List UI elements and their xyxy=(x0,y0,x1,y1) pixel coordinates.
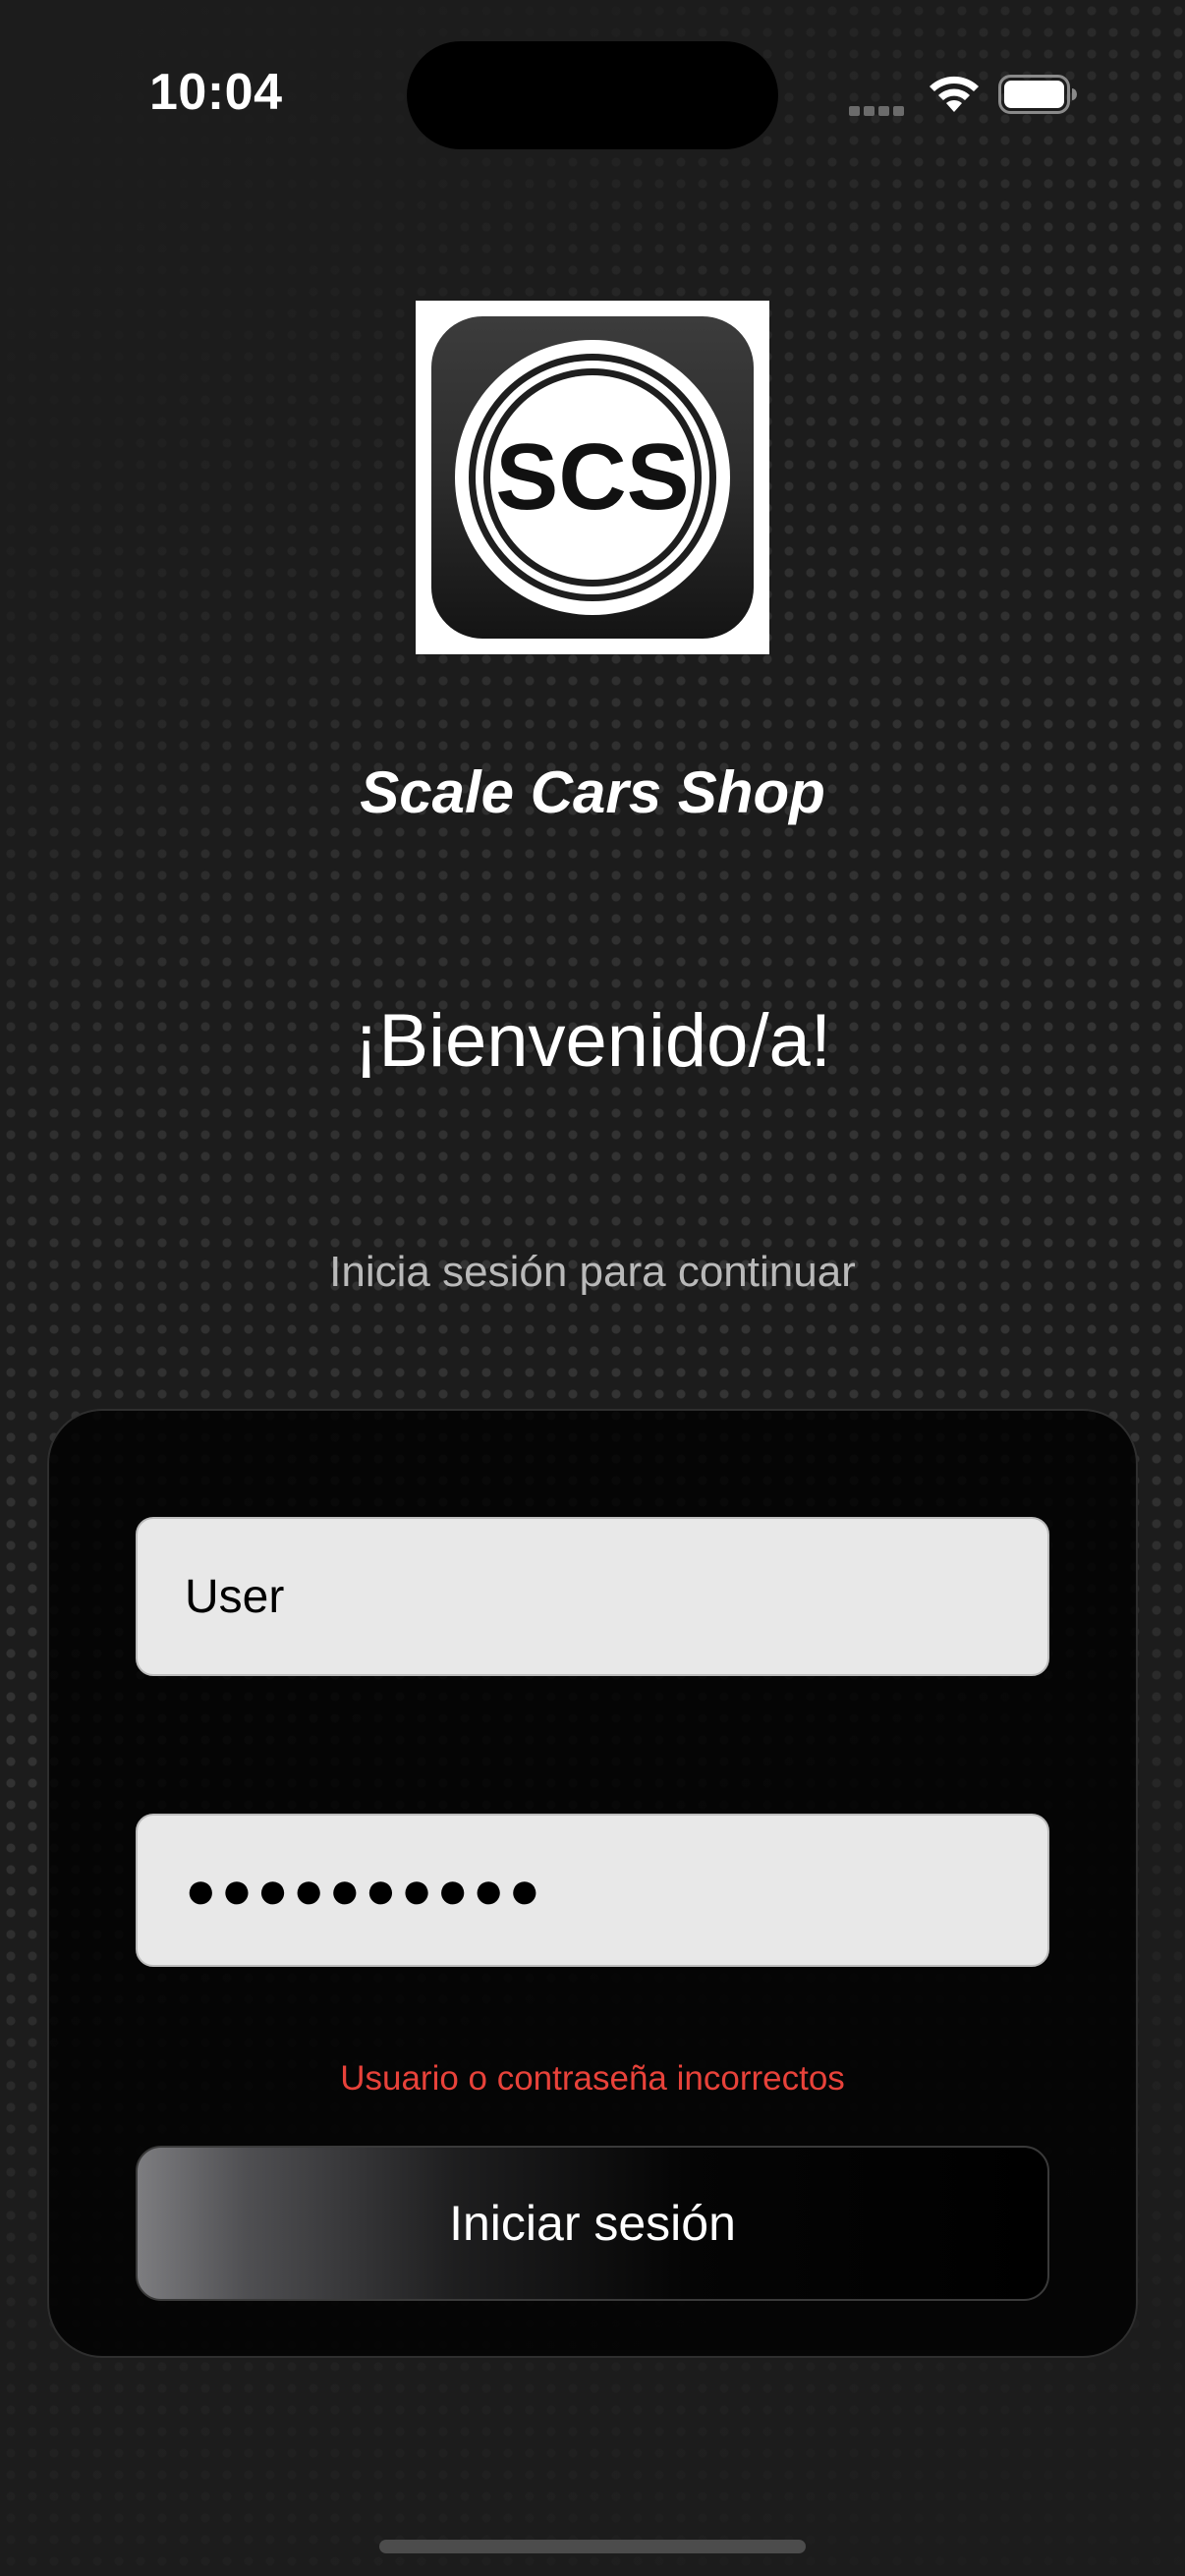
password-value: ●●●●●●●●●● xyxy=(185,1861,545,1920)
status-time: 10:04 xyxy=(149,64,283,121)
dynamic-island xyxy=(407,41,778,149)
error-message: Usuario o contraseña incorrectos xyxy=(340,2059,845,2098)
username-field[interactable]: User xyxy=(136,1517,1049,1676)
cellular-signal-icon xyxy=(849,102,906,116)
home-indicator[interactable] xyxy=(379,2540,806,2553)
app-logo: SCS xyxy=(416,301,769,654)
login-button-label: Iniciar sesión xyxy=(449,2196,736,2251)
welcome-heading: ¡Bienvenido/a! xyxy=(354,999,831,1083)
login-subtitle: Inicia sesión para continuar xyxy=(329,1248,856,1296)
password-field[interactable]: ●●●●●●●●●● xyxy=(136,1814,1049,1967)
app-name: Scale Cars Shop xyxy=(360,759,825,825)
logo-text: SCS xyxy=(495,424,689,530)
username-value: User xyxy=(185,1570,285,1623)
wifi-icon xyxy=(930,76,979,112)
login-button[interactable]: Iniciar sesión xyxy=(136,2146,1049,2301)
battery-icon xyxy=(998,75,1077,114)
